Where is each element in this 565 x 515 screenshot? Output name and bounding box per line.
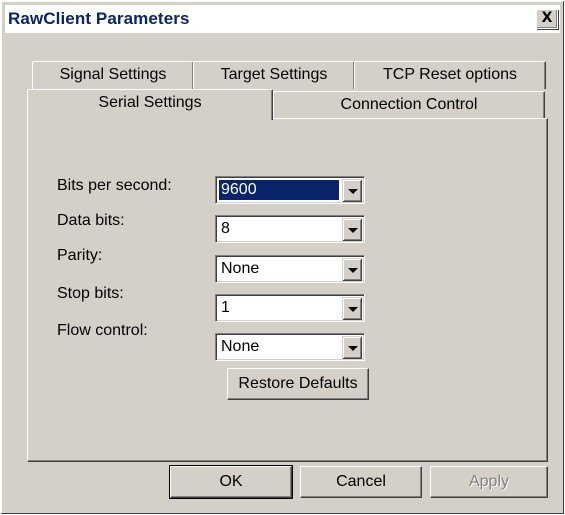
tab-signal-settings[interactable]: Signal Settings [32, 61, 194, 89]
dialog-window: RawClient Parameters X Signal Settings T… [0, 0, 565, 515]
parity-select[interactable]: None [215, 255, 365, 283]
bits-per-second-value: 9600 [219, 180, 339, 200]
window-title: RawClient Parameters [8, 9, 190, 28]
restore-defaults-button[interactable]: Restore Defaults [227, 368, 369, 400]
stop-bits-select[interactable]: 1 [215, 294, 365, 322]
tab-tcp-reset-options[interactable]: TCP Reset options [354, 61, 546, 89]
flow-control-select[interactable]: None [215, 333, 365, 361]
chevron-down-icon[interactable] [342, 297, 362, 320]
chevron-down-icon[interactable] [342, 336, 362, 359]
chevron-down-icon[interactable] [342, 218, 362, 241]
data-bits-select[interactable]: 8 [215, 215, 365, 243]
bits-per-second-label: Bits per second: [57, 177, 172, 194]
bits-per-second-select[interactable]: 9600 [215, 176, 365, 204]
ok-button[interactable]: OK [169, 465, 293, 499]
parity-value: None [221, 260, 260, 277]
cancel-button[interactable]: Cancel [300, 466, 422, 498]
flow-control-label: Flow control: [57, 322, 148, 339]
serial-settings-panel: Bits per second: 9600 Data bits: 8 Parit… [27, 118, 548, 462]
stop-bits-value: 1 [221, 299, 230, 316]
tab-connection-control[interactable]: Connection Control [273, 91, 545, 118]
flow-control-value: None [221, 338, 260, 355]
stop-bits-label: Stop bits: [57, 285, 124, 302]
parity-label: Parity: [57, 247, 103, 264]
tab-serial-settings[interactable]: Serial Settings [27, 89, 273, 120]
data-bits-value: 8 [221, 220, 230, 237]
data-bits-label: Data bits: [57, 212, 125, 229]
chevron-down-icon[interactable] [342, 179, 362, 202]
title-bar: RawClient Parameters X [5, 5, 560, 33]
chevron-down-icon[interactable] [342, 258, 362, 281]
apply-button: Apply [430, 466, 548, 498]
tab-target-settings[interactable]: Target Settings [193, 61, 355, 89]
close-button[interactable]: X [536, 9, 558, 29]
